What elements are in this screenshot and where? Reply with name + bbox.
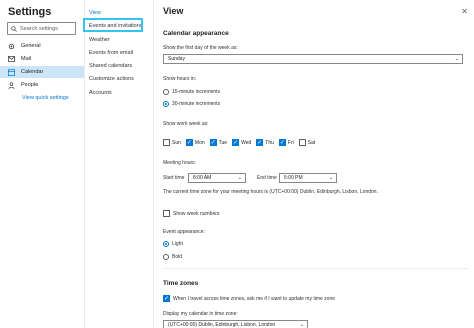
view-quick-settings-link[interactable]: View quick settings bbox=[22, 95, 69, 101]
section-divider bbox=[163, 268, 468, 269]
nav-item-mail[interactable]: Mail bbox=[0, 53, 84, 65]
display-timezone-label: Display my calendar in time zone: bbox=[163, 311, 238, 317]
subnav-item-events-from-email[interactable]: Events from email bbox=[89, 50, 133, 56]
radio-label: Bold bbox=[172, 254, 183, 260]
work-week-days: Sun ✓ Mon ✓ Tue ✓ Wed ✓ Thu ✓ Fri Sat bbox=[163, 139, 315, 146]
radio-button[interactable] bbox=[163, 89, 169, 95]
checkbox[interactable] bbox=[163, 210, 170, 217]
checkbox-checked[interactable]: ✓ bbox=[278, 139, 286, 146]
start-time-value: 8:00 AM bbox=[193, 175, 212, 181]
radio-button-selected[interactable] bbox=[163, 101, 169, 107]
nav-item-label: Mail bbox=[21, 56, 32, 62]
checkbox-checked[interactable]: ✓ bbox=[209, 139, 217, 146]
chevron-down-icon: ⌄ bbox=[237, 175, 242, 181]
work-week-label: Show work week as: bbox=[163, 121, 209, 127]
travel-timezone-option[interactable]: ✓ When I travel across time zones, ask m… bbox=[163, 295, 335, 302]
subnav-item-view[interactable]: View bbox=[89, 10, 101, 16]
checkbox-checked[interactable]: ✓ bbox=[163, 295, 170, 302]
subnav-item-shared-calendars[interactable]: Shared calendars bbox=[89, 63, 132, 69]
section-heading-time-zones: Time zones bbox=[163, 280, 199, 287]
day-checkbox-sun[interactable]: Sun bbox=[163, 139, 181, 146]
close-icon[interactable]: ✕ bbox=[461, 7, 468, 16]
start-time-label: Start time bbox=[163, 175, 185, 181]
day-label: Mon bbox=[194, 139, 205, 146]
radio-label: 15-minute increments bbox=[172, 89, 221, 95]
checkbox[interactable] bbox=[298, 139, 306, 146]
people-icon bbox=[8, 81, 15, 89]
checkbox-label: When I travel across time zones, ask me … bbox=[173, 295, 336, 302]
day-checkbox-tue[interactable]: ✓ Tue bbox=[209, 139, 228, 146]
radio-button[interactable] bbox=[163, 254, 169, 260]
radio-light[interactable]: Light bbox=[163, 241, 183, 247]
checkbox-label: Show week numbers bbox=[173, 210, 220, 217]
subnav-item-weather[interactable]: Weather bbox=[89, 37, 110, 43]
day-checkbox-thu[interactable]: ✓ Thu bbox=[256, 139, 274, 146]
checkbox-checked[interactable]: ✓ bbox=[185, 139, 193, 146]
gear-icon bbox=[8, 43, 15, 49]
nav-item-label: Calendar bbox=[21, 69, 44, 75]
section-heading-calendar-appearance: Calendar appearance bbox=[163, 30, 229, 37]
settings-content: View ✕ Calendar appearance Show the firs… bbox=[155, 0, 474, 328]
radio-button-selected[interactable] bbox=[163, 241, 169, 247]
mail-icon bbox=[8, 56, 15, 62]
day-label: Tue bbox=[218, 139, 228, 146]
day-label: Thu bbox=[265, 139, 274, 146]
end-time-value: 5:00 PM bbox=[284, 175, 303, 181]
radio-bold[interactable]: Bold bbox=[163, 254, 182, 260]
show-week-numbers-option[interactable]: Show week numbers bbox=[163, 210, 219, 217]
first-day-label: Show the first day of the week as: bbox=[163, 45, 238, 51]
day-checkbox-wed[interactable]: ✓ Wed bbox=[232, 139, 251, 146]
display-timezone-value: (UTC+00:00) Dublin, Edinburgh, Lisbon, L… bbox=[168, 322, 276, 328]
search-icon bbox=[11, 25, 17, 32]
chevron-down-icon: ⌄ bbox=[299, 322, 304, 328]
display-timezone-select[interactable]: (UTC+00:00) Dublin, Edinburgh, Lisbon, L… bbox=[163, 320, 308, 328]
nav-item-label: People bbox=[21, 82, 39, 88]
end-time-select[interactable]: 5:00 PM ⌄ bbox=[279, 173, 337, 183]
search-settings-input[interactable]: Search settings bbox=[7, 22, 76, 35]
first-day-value: Sunday bbox=[168, 56, 185, 62]
day-label: Sat bbox=[307, 139, 316, 146]
page-title: View bbox=[163, 6, 184, 16]
subnav-item-accounts[interactable]: Accounts bbox=[89, 90, 112, 96]
first-day-select[interactable]: Sunday ⌄ bbox=[163, 54, 463, 64]
radio-label: 30-minute increments bbox=[172, 101, 221, 107]
checkbox-checked[interactable]: ✓ bbox=[232, 139, 240, 146]
calendar-icon bbox=[8, 68, 15, 76]
day-checkbox-sat[interactable]: Sat bbox=[298, 139, 316, 146]
event-appearance-label: Event appearance: bbox=[163, 229, 205, 235]
timezone-note: The current time zone for your meeting h… bbox=[163, 189, 378, 195]
meeting-hours-label: Meeting hours: bbox=[163, 160, 197, 166]
day-label: Wed bbox=[241, 139, 252, 146]
show-hours-label: Show hours in: bbox=[163, 76, 197, 82]
checkbox-checked[interactable]: ✓ bbox=[256, 139, 264, 146]
settings-nav: Settings Search settings General Mail Ca… bbox=[0, 0, 84, 328]
day-label: Fri bbox=[287, 139, 294, 146]
nav-item-label: General bbox=[21, 43, 41, 49]
chevron-down-icon: ⌄ bbox=[454, 56, 459, 62]
subnav-item-customize-actions[interactable]: Customize actions bbox=[89, 76, 134, 82]
nav-item-general[interactable]: General bbox=[0, 40, 84, 52]
radio-30-minute[interactable]: 30-minute increments bbox=[163, 101, 220, 107]
day-label: Sun bbox=[172, 139, 181, 146]
radio-15-minute[interactable]: 15-minute increments bbox=[163, 89, 220, 95]
start-time-select[interactable]: 8:00 AM ⌄ bbox=[188, 173, 246, 183]
focus-highlight bbox=[83, 18, 143, 32]
calendar-subnav: View Events and invitations Weather Even… bbox=[84, 0, 154, 328]
nav-item-calendar[interactable]: Calendar bbox=[0, 66, 84, 78]
end-time-label: End time bbox=[257, 175, 277, 181]
day-checkbox-mon[interactable]: ✓ Mon bbox=[185, 139, 205, 146]
settings-title: Settings bbox=[8, 6, 52, 18]
radio-label: Light bbox=[172, 241, 183, 247]
day-checkbox-fri[interactable]: ✓ Fri bbox=[278, 139, 294, 146]
search-placeholder: Search settings bbox=[20, 25, 58, 32]
nav-item-people[interactable]: People bbox=[0, 79, 84, 91]
chevron-down-icon: ⌄ bbox=[328, 175, 333, 181]
checkbox[interactable] bbox=[163, 139, 170, 146]
